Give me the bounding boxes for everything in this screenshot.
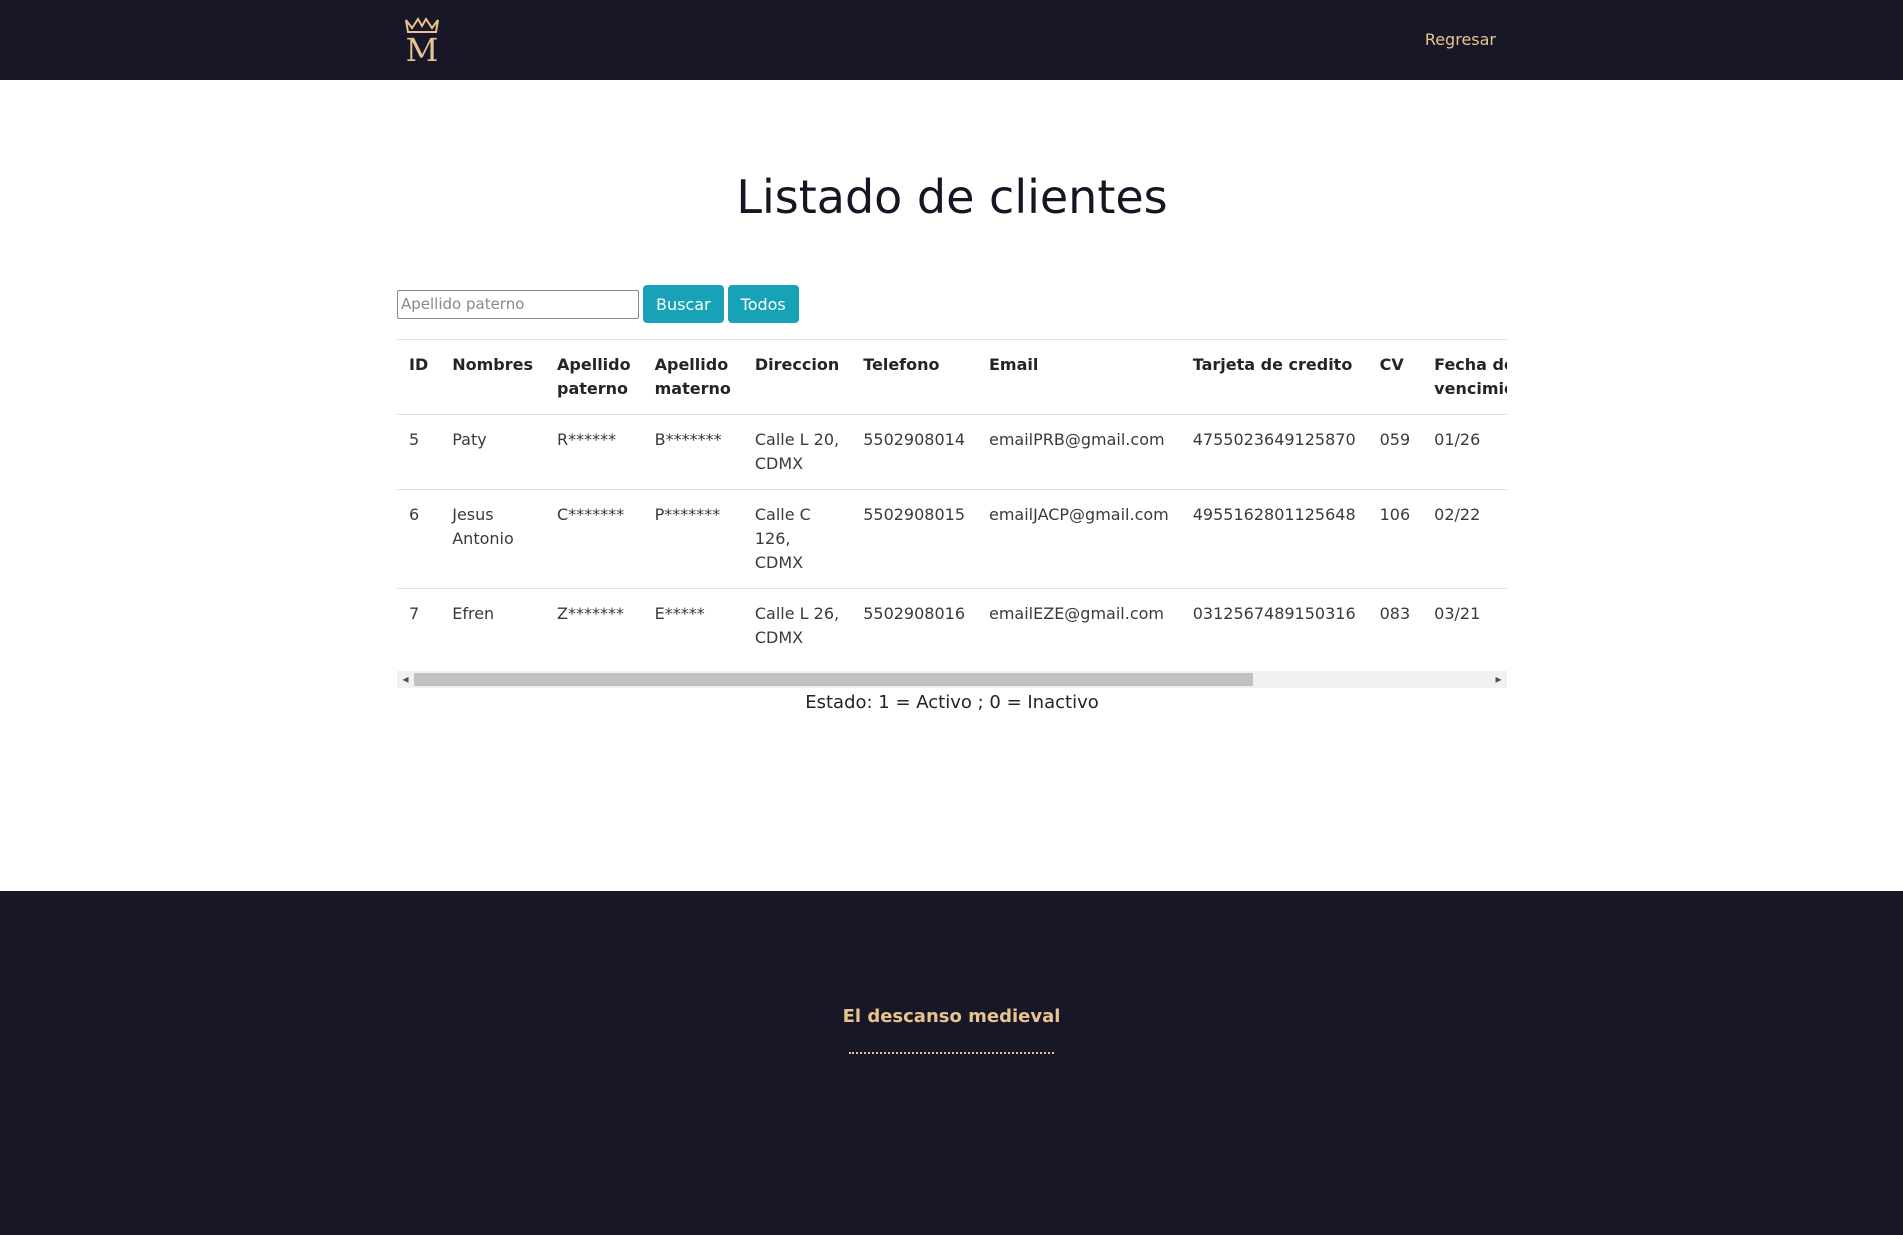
cell-fecha-vencimiento: 03/21	[1422, 588, 1507, 663]
scroll-left-arrow-icon[interactable]: ◂	[397, 671, 414, 688]
header-apellido-materno: Apellido materno	[642, 339, 743, 415]
clients-table-container[interactable]: ID Nombres Apellido paterno Apellido mat…	[397, 339, 1507, 689]
footer: El descanso medieval	[0, 891, 1903, 1235]
cell-id: 6	[397, 489, 441, 589]
header-id: ID	[397, 339, 441, 415]
cell-tarjeta: 4755023649125870	[1180, 414, 1368, 490]
table-row: 5 Paty R****** B******* Calle L 20, CDMX…	[397, 414, 1507, 490]
header-fecha-vencimiento: Fecha de vencimiento	[1422, 339, 1507, 415]
cell-cv: 083	[1367, 588, 1423, 663]
cell-apellido-materno: B*******	[642, 414, 743, 490]
search-bar: Buscar Todos	[397, 285, 799, 323]
last-name-search-input[interactable]	[397, 289, 639, 319]
table-header-row: ID Nombres Apellido paterno Apellido mat…	[397, 339, 1507, 415]
cell-telefono: 5502908015	[851, 489, 977, 589]
table-row: 7 Efren Z******* E***** Calle L 26, CDMX…	[397, 588, 1507, 663]
cell-id: 5	[397, 414, 441, 490]
cell-direccion: Calle C 126, CDMX	[742, 489, 852, 589]
cell-telefono: 5502908016	[851, 588, 977, 663]
cell-apellido-materno: P*******	[642, 489, 743, 589]
table-row: 6 Jesus Antonio C******* P******* Calle …	[397, 489, 1507, 589]
show-all-button[interactable]: Todos	[727, 285, 799, 323]
cell-tarjeta: 4955162801125648	[1180, 489, 1368, 589]
cell-telefono: 5502908014	[851, 414, 977, 490]
cell-fecha-vencimiento: 02/22	[1422, 489, 1507, 589]
cell-tarjeta: 0312567489150316	[1180, 588, 1368, 663]
page-title: Listado de clientes	[736, 170, 1168, 224]
cell-id: 7	[397, 588, 441, 663]
cell-nombres: Jesus Antonio	[440, 489, 546, 589]
cell-apellido-paterno: R******	[545, 414, 643, 490]
search-button[interactable]: Buscar	[643, 285, 724, 323]
footer-divider	[849, 1052, 1054, 1054]
header-tarjeta: Tarjeta de credito	[1180, 339, 1368, 415]
cell-email: emailPRB@gmail.com	[977, 414, 1181, 490]
header-telefono: Telefono	[851, 339, 977, 415]
cell-direccion: Calle L 20, CDMX	[742, 414, 852, 490]
cell-cv: 059	[1367, 414, 1423, 490]
cell-cv: 106	[1367, 489, 1423, 589]
status-legend: Estado: 1 = Activo ; 0 = Inactivo	[805, 692, 1099, 713]
cell-nombres: Paty	[440, 414, 546, 490]
cell-apellido-paterno: Z*******	[545, 588, 643, 663]
clients-table: ID Nombres Apellido paterno Apellido mat…	[397, 339, 1507, 663]
scrollbar-thumb[interactable]	[414, 673, 1253, 686]
back-link[interactable]: Regresar	[1425, 30, 1496, 49]
header-nombres: Nombres	[440, 339, 546, 415]
table-horizontal-scrollbar[interactable]: ◂ ▸	[397, 671, 1507, 688]
cell-apellido-paterno: C*******	[545, 489, 643, 589]
cell-email: emailJACP@gmail.com	[977, 489, 1181, 589]
cell-direccion: Calle L 26, CDMX	[742, 588, 852, 663]
crown-m-logo-icon[interactable]: M	[400, 14, 444, 69]
header-cv: CV	[1367, 339, 1423, 415]
header-email: Email	[977, 339, 1181, 415]
footer-title: El descanso medieval	[842, 1006, 1061, 1027]
svg-text:M: M	[406, 31, 439, 64]
scroll-right-arrow-icon[interactable]: ▸	[1490, 671, 1507, 688]
cell-nombres: Efren	[440, 588, 546, 663]
header-direccion: Direccion	[742, 339, 852, 415]
navbar: M Regresar	[0, 0, 1903, 80]
header-apellido-paterno: Apellido paterno	[545, 339, 643, 415]
cell-apellido-materno: E*****	[642, 588, 743, 663]
cell-fecha-vencimiento: 01/26	[1422, 414, 1507, 490]
cell-email: emailEZE@gmail.com	[977, 588, 1181, 663]
